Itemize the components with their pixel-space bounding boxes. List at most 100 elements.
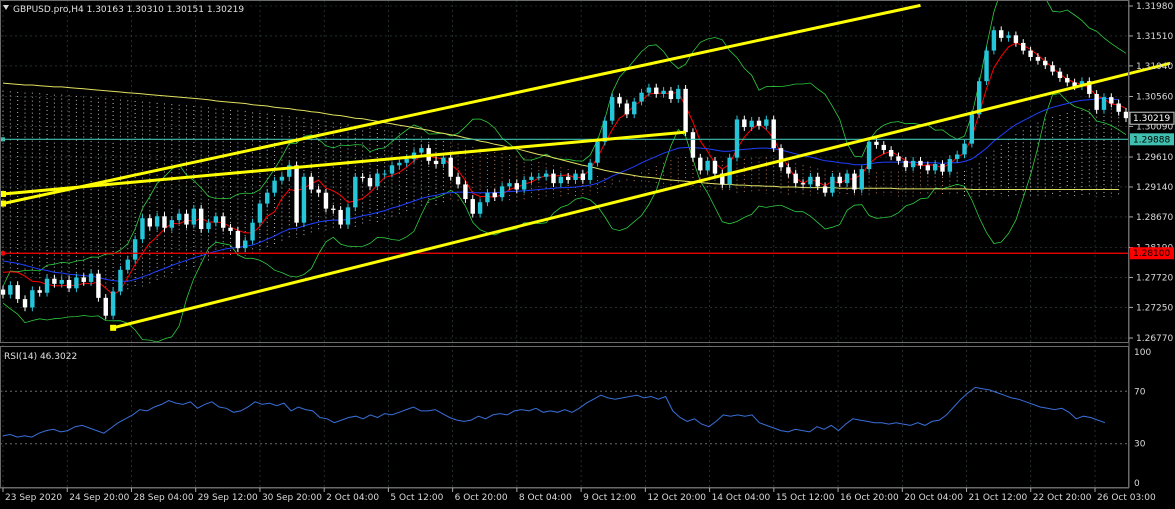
- candle-body[interactable]: [610, 97, 615, 121]
- candle-body[interactable]: [925, 165, 931, 171]
- candle-body[interactable]: [734, 119, 740, 158]
- candle-body[interactable]: [59, 280, 64, 284]
- level-anchor[interactable]: [1, 251, 5, 256]
- candle-body[interactable]: [786, 167, 791, 174]
- candle-body[interactable]: [257, 203, 263, 223]
- candle-body[interactable]: [140, 218, 145, 240]
- candle-body[interactable]: [866, 141, 872, 170]
- candle-body[interactable]: [118, 269, 123, 292]
- candle-body[interactable]: [822, 186, 828, 193]
- candle-body[interactable]: [184, 213, 189, 225]
- candle-body[interactable]: [1043, 60, 1048, 66]
- candle-body[interactable]: [954, 154, 960, 159]
- candle-body[interactable]: [198, 208, 204, 230]
- candle-body[interactable]: [338, 209, 343, 225]
- candle-body[interactable]: [940, 164, 945, 172]
- level-anchor[interactable]: [1, 137, 5, 142]
- candle-body[interactable]: [1116, 103, 1121, 112]
- candle-body[interactable]: [947, 158, 953, 172]
- candle-body[interactable]: [727, 157, 732, 185]
- trendline-anchor[interactable]: [110, 324, 117, 331]
- candle-body[interactable]: [37, 290, 42, 293]
- candle-body[interactable]: [316, 189, 321, 193]
- candle-body[interactable]: [771, 119, 776, 149]
- candle-body[interactable]: [81, 277, 86, 282]
- candle-body[interactable]: [690, 132, 696, 158]
- candle-body[interactable]: [8, 285, 13, 295]
- candle-body[interactable]: [103, 297, 108, 316]
- candle-body[interactable]: [617, 97, 622, 104]
- candle-body[interactable]: [353, 176, 358, 208]
- candle-body[interactable]: [830, 176, 835, 193]
- candle-body[interactable]: [698, 157, 703, 171]
- candle-body[interactable]: [66, 280, 72, 289]
- candle-body[interactable]: [749, 120, 754, 128]
- candle-body[interactable]: [132, 239, 138, 260]
- candle-body[interactable]: [191, 208, 197, 225]
- candle-body[interactable]: [74, 277, 79, 289]
- candle-body[interactable]: [397, 162, 402, 166]
- candle-body[interactable]: [800, 183, 806, 185]
- candle-body[interactable]: [88, 273, 94, 282]
- candle-body[interactable]: [1065, 78, 1070, 83]
- candle-body[interactable]: [646, 87, 652, 93]
- candle-body[interactable]: [514, 183, 519, 190]
- candle-body[interactable]: [1057, 71, 1063, 79]
- candle-body[interactable]: [932, 164, 938, 171]
- candle-body[interactable]: [668, 90, 674, 100]
- candle-body[interactable]: [632, 101, 637, 115]
- candle-body[interactable]: [639, 92, 644, 102]
- candle-body[interactable]: [1035, 56, 1041, 61]
- candle-body[interactable]: [448, 157, 453, 177]
- candle-body[interactable]: [235, 230, 241, 249]
- candle-body[interactable]: [1006, 35, 1011, 38]
- candle-body[interactable]: [558, 176, 564, 184]
- candle-body[interactable]: [250, 222, 255, 241]
- candle-body[interactable]: [910, 160, 916, 168]
- candle-body[interactable]: [485, 192, 490, 203]
- candle-body[interactable]: [888, 150, 894, 157]
- candle-body[interactable]: [470, 199, 475, 214]
- candle-body[interactable]: [477, 202, 483, 214]
- candle-body[interactable]: [125, 259, 130, 270]
- candle-body[interactable]: [778, 148, 784, 168]
- candle-body[interactable]: [360, 176, 365, 179]
- candle-body[interactable]: [837, 176, 842, 184]
- candle-body[interactable]: [110, 291, 116, 316]
- candle-body[interactable]: [1123, 111, 1129, 119]
- candle-body[interactable]: [551, 173, 556, 184]
- candle-body[interactable]: [1094, 93, 1099, 110]
- candle-body[interactable]: [1050, 65, 1055, 72]
- candle-body[interactable]: [742, 119, 747, 128]
- candle-body[interactable]: [999, 30, 1004, 38]
- candle-body[interactable]: [162, 216, 167, 228]
- candle-body[interactable]: [1028, 50, 1033, 57]
- candle-body[interactable]: [903, 160, 909, 168]
- candle-body[interactable]: [44, 278, 50, 293]
- candle-body[interactable]: [580, 173, 586, 180]
- candle-body[interactable]: [991, 30, 997, 51]
- candle-body[interactable]: [1013, 35, 1019, 43]
- candle-body[interactable]: [573, 173, 578, 180]
- candle-body[interactable]: [309, 176, 314, 190]
- candle-body[interactable]: [543, 173, 549, 177]
- candle-body[interactable]: [0, 289, 6, 295]
- candle-body[interactable]: [404, 158, 409, 163]
- candle-body[interactable]: [624, 103, 630, 115]
- candle-body[interactable]: [918, 160, 923, 166]
- candle-body[interactable]: [154, 216, 160, 227]
- candle-body[interactable]: [529, 176, 534, 180]
- candle-body[interactable]: [984, 50, 989, 82]
- candle-body[interactable]: [881, 144, 886, 151]
- candle-body[interactable]: [756, 120, 762, 126]
- candle-body[interactable]: [206, 222, 211, 230]
- candle-body[interactable]: [213, 216, 219, 223]
- candle-body[interactable]: [1101, 97, 1107, 110]
- candle-body[interactable]: [595, 141, 600, 163]
- candle-body[interactable]: [220, 216, 226, 228]
- candle-body[interactable]: [441, 157, 446, 165]
- candle-body[interactable]: [874, 141, 879, 145]
- candle-body[interactable]: [147, 218, 152, 227]
- candle-body[interactable]: [764, 119, 769, 126]
- candle-body[interactable]: [96, 273, 101, 298]
